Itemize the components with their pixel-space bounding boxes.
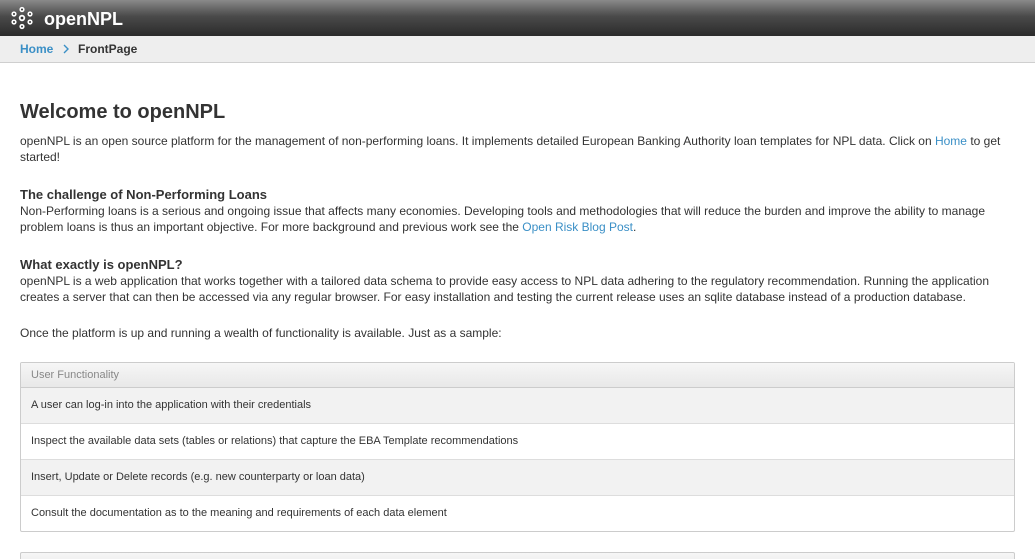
user-functionality-panel: User Functionality A user can log-in int…: [20, 362, 1015, 532]
main-content: Welcome to openNPL openNPL is an open so…: [20, 100, 1015, 341]
list-item: Inspect the available data sets (tables …: [21, 424, 1014, 460]
brand-link[interactable]: openNPL: [44, 8, 123, 30]
challenge-paragraph: Non-Performing loans is a serious and on…: [20, 203, 1015, 235]
chevron-right-icon: [63, 44, 69, 54]
list-item: A user can log-in into the application w…: [21, 388, 1014, 424]
challenge-text-start: Non-Performing loans is a serious and on…: [20, 204, 986, 234]
breadcrumb-home-link[interactable]: Home: [20, 42, 53, 56]
what-heading: What exactly is openNPL?: [20, 257, 183, 272]
network-nodes-icon[interactable]: [10, 6, 34, 30]
list-item: Insert, Update or Delete records (e.g. n…: [21, 460, 1014, 496]
top-navbar: openNPL: [0, 0, 1035, 36]
challenge-heading: The challenge of Non-Performing Loans: [20, 187, 268, 202]
breadcrumb: Home FrontPage: [0, 36, 1035, 63]
sample-paragraph: Once the platform is up and running a we…: [20, 326, 502, 340]
breadcrumb-current: FrontPage: [78, 42, 138, 56]
intro-text-start: openNPL is an open source platform for t…: [20, 134, 935, 148]
intro-paragraph: openNPL is an open source platform for t…: [20, 133, 1015, 165]
challenge-text-end: .: [632, 220, 637, 234]
blog-post-link[interactable]: Open Risk Blog Post: [522, 220, 633, 234]
page-title: Welcome to openNPL: [20, 101, 226, 123]
next-panel-heading: [20, 552, 1015, 559]
list-item: Consult the documentation as to the mean…: [31, 507, 447, 519]
panel-heading: User Functionality: [21, 363, 1014, 388]
what-paragraph: openNPL is a web application that works …: [20, 274, 990, 304]
intro-home-link[interactable]: Home: [935, 134, 967, 148]
